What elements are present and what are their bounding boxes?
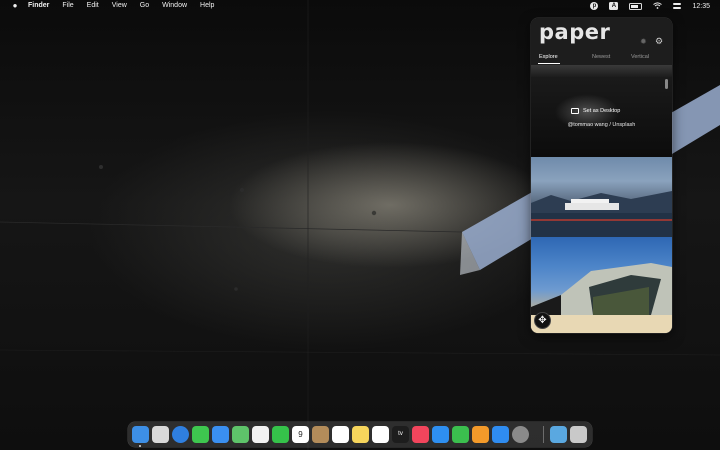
photos-icon[interactable] [252, 426, 269, 443]
tab-bar: Explore Newest Vertical [531, 53, 672, 65]
app-store-icon[interactable] [492, 426, 509, 443]
set-as-desktop-button[interactable]: Set as Desktop [571, 105, 620, 117]
wallpaper-thumbnail[interactable] [531, 157, 672, 237]
tab-newest[interactable]: Newest [592, 53, 610, 61]
architecture-photo [531, 263, 672, 333]
tv-icon[interactable]: tv [392, 426, 409, 443]
calendar-icon[interactable]: 9 [292, 426, 309, 443]
active-tab-indicator [538, 63, 560, 64]
feed-scrollbar[interactable] [665, 79, 668, 89]
music-icon[interactable] [412, 426, 429, 443]
paper-menu-icon[interactable]: p [590, 2, 599, 10]
wallpaper-thumbnail-hovered[interactable]: Set as Desktop @tommao wang / Unsplash [531, 77, 672, 157]
input-source-icon[interactable]: A [609, 2, 619, 10]
messages-icon[interactable] [192, 426, 209, 443]
wifi-icon[interactable] [653, 1, 663, 11]
finder-icon[interactable] [132, 426, 149, 443]
numbers-icon[interactable] [452, 426, 469, 443]
battery-icon[interactable] [629, 2, 643, 10]
running-indicator [139, 445, 141, 447]
tab-explore[interactable]: Explore [539, 53, 558, 61]
dock-separator [543, 426, 544, 443]
contacts-icon[interactable] [312, 426, 329, 443]
monitor-icon [571, 108, 579, 114]
pages-icon[interactable] [472, 426, 489, 443]
system-settings-icon[interactable] [512, 426, 529, 443]
menu-view[interactable]: View [112, 0, 127, 12]
facetime-icon[interactable] [272, 426, 289, 443]
maps-icon[interactable] [232, 426, 249, 443]
keynote-icon[interactable] [432, 426, 449, 443]
apple-menu-icon[interactable]: ● [11, 0, 19, 12]
notes-icon[interactable] [352, 426, 369, 443]
harbor-photo [531, 191, 672, 237]
wallpaper-thumbnail[interactable] [531, 65, 672, 77]
trash-icon[interactable] [570, 426, 587, 443]
mail-icon[interactable] [212, 426, 229, 443]
menu-go[interactable]: Go [140, 0, 149, 12]
menu-window[interactable]: Window [162, 0, 187, 12]
paper-popover-panel: paper ✹ ⚙ Explore Newest Vertical Set as… [531, 18, 672, 333]
menubar-clock[interactable]: 12:35 [692, 3, 710, 10]
photo-credit-link[interactable]: @tommao wang / Unsplash [531, 122, 672, 128]
refresh-button[interactable]: ✥ [534, 312, 551, 329]
menu-help[interactable]: Help [200, 0, 214, 12]
paper-logo: paper [539, 20, 611, 44]
wallpaper-thumbnail[interactable] [531, 237, 672, 333]
freeform-icon[interactable] [372, 426, 389, 443]
control-center-icon[interactable] [673, 2, 682, 10]
safari-icon[interactable] [172, 426, 189, 443]
wallpaper-feed[interactable]: Set as Desktop @tommao wang / Unsplash ✥ [531, 65, 672, 333]
downloads-folder-icon[interactable] [550, 426, 567, 443]
reminders-icon[interactable] [332, 426, 349, 443]
menu-edit[interactable]: Edit [87, 0, 99, 12]
set-as-desktop-label: Set as Desktop [583, 108, 621, 114]
menu-file[interactable]: File [62, 0, 73, 12]
panel-header: paper ✹ ⚙ Explore Newest Vertical [531, 18, 672, 66]
menu-bar: ● Finder File Edit View Go Window Help p… [0, 0, 720, 12]
loading-spinner-icon: ✹ [640, 37, 647, 46]
dock: 9 tv [128, 422, 592, 447]
menu-app-name[interactable]: Finder [28, 0, 49, 12]
tab-vertical[interactable]: Vertical [631, 53, 649, 61]
launchpad-icon[interactable] [152, 426, 169, 443]
settings-gear-icon[interactable]: ⚙ [655, 37, 663, 46]
